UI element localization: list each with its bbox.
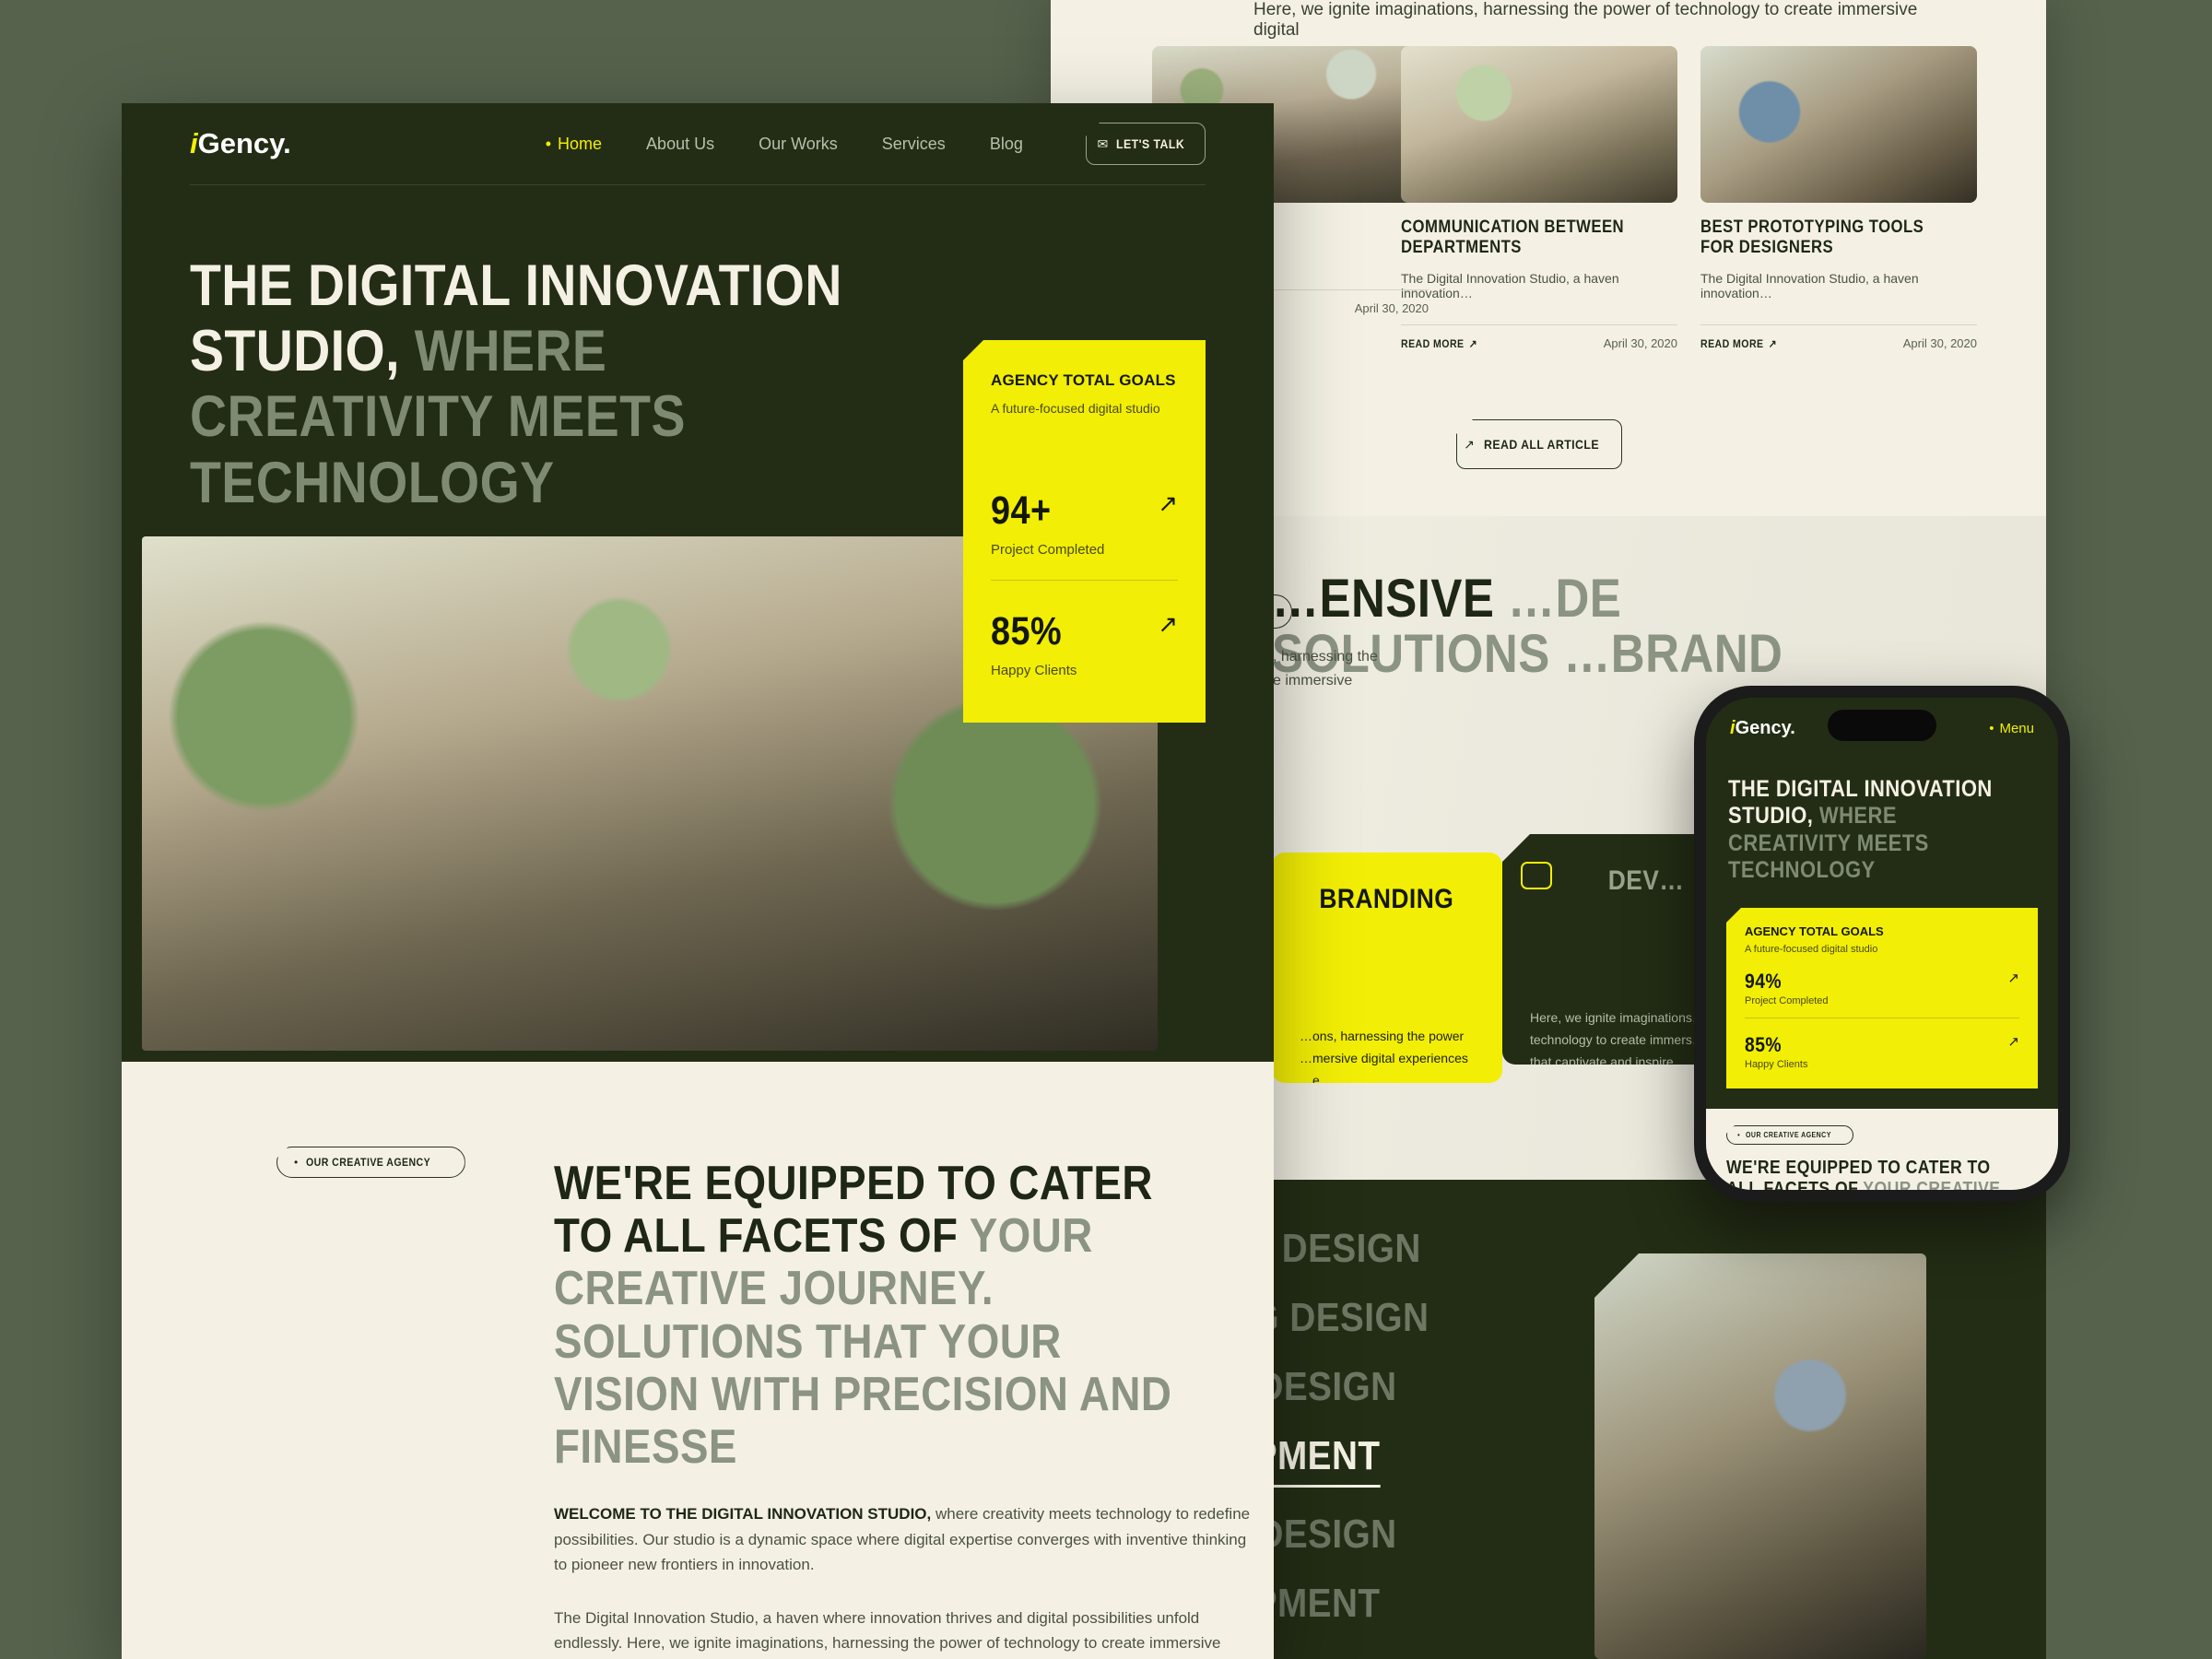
- blog-card-title: COMMUNICATION BETWEEN DEPARTMENTS: [1401, 218, 1625, 257]
- blog-card-meta: READ MORE ↗ April 30, 2020: [1401, 336, 1677, 350]
- blog-card-excerpt: The Digital Innovation Studio, a haven i…: [1401, 271, 1619, 300]
- phone-logo[interactable]: iGency.: [1730, 718, 1795, 739]
- blog-card[interactable]: COMMUNICATION BETWEEN DEPARTMENTS The Di…: [1401, 46, 1677, 350]
- mobile-mockup: iGency. Menu THE DIGITAL INNOVATION STUD…: [1694, 686, 2070, 1202]
- phone-about-section: • OUR CREATIVE AGENCY WE'RE EQUIPPED TO …: [1706, 1109, 2058, 1190]
- dynamic-island: [1828, 710, 1936, 741]
- stat-project-completed: 94+ ↗ Project Completed: [991, 488, 1178, 559]
- read-more-link[interactable]: READ MORE ↗: [1401, 337, 1477, 350]
- stat-value: 94+: [991, 488, 1052, 533]
- divider: [991, 580, 1178, 581]
- arrow-up-right-icon[interactable]: ↗: [1158, 491, 1178, 515]
- arrow-up-right-icon[interactable]: ↗: [2007, 971, 2019, 985]
- about-heading: WE'RE EQUIPPED TO CATER TO ALL FACETS OF…: [554, 1157, 1172, 1474]
- top-navigation-bar: iGency. Home About Us Our Works Services…: [122, 103, 1274, 184]
- agency-goals-card: AGENCY TOTAL GOALS A future-focused digi…: [963, 340, 1206, 723]
- phone-goals-title: AGENCY TOTAL GOALS: [1745, 924, 1884, 938]
- phone-screen: iGency. Menu THE DIGITAL INNOVATION STUD…: [1706, 698, 2058, 1190]
- background-section-image: [1594, 1253, 1926, 1659]
- divider: [1700, 324, 1977, 325]
- phone-menu-button[interactable]: Menu: [1989, 721, 2034, 736]
- arrow-up-right-icon[interactable]: ↗: [2007, 1035, 2019, 1049]
- service-card-branding[interactable]: BRANDING …ons, harnessing the power …mer…: [1272, 853, 1502, 1083]
- arrow-up-right-icon: ↗: [1464, 436, 1475, 452]
- read-all-article-button[interactable]: ↗ READ ALL ARTICLE: [1456, 419, 1622, 469]
- nav-item-about-us[interactable]: About Us: [646, 135, 714, 154]
- hero-section: iGency. Home About Us Our Works Services…: [122, 103, 1274, 1062]
- phone-stat-happy-clients: 85% Happy Clients ↗: [1745, 1033, 2019, 1071]
- blog-card-image: [1401, 46, 1677, 203]
- stat-value: 85%: [991, 609, 1063, 653]
- blog-card[interactable]: BEST PROTOTYPING TOOLS FOR DESIGNERS The…: [1700, 46, 1977, 350]
- phone-about-heading: WE'RE EQUIPPED TO CATER TO ALL FACETS OF…: [1726, 1158, 2001, 1190]
- nav-item-services[interactable]: Services: [882, 135, 946, 154]
- mail-icon: ✉: [1097, 135, 1109, 151]
- phone-our-creative-agency-pill[interactable]: • OUR CREATIVE AGENCY: [1726, 1125, 1854, 1145]
- our-creative-agency-pill[interactable]: • OUR CREATIVE AGENCY: [276, 1147, 465, 1178]
- stat-label: Happy Clients: [1745, 1059, 1808, 1070]
- blog-card-excerpt: The Digital Innovation Studio, a haven i…: [1700, 271, 1919, 300]
- main-desktop-mockup: iGency. Home About Us Our Works Services…: [122, 103, 1274, 1659]
- nav-item-home[interactable]: Home: [546, 135, 602, 154]
- blog-card-date: April 30, 2020: [1902, 336, 1977, 350]
- phone-stat-project-completed: 94% Project Completed ↗: [1745, 970, 2019, 1007]
- service-card-text: Here, we ignite imaginations… technology…: [1530, 1010, 1705, 1069]
- arrow-up-right-icon[interactable]: ↗: [1158, 612, 1178, 636]
- bullet-icon: •: [1737, 1131, 1740, 1139]
- arrow-up-right-icon: ↗: [1468, 336, 1478, 350]
- phone-headline: THE DIGITAL INNOVATION STUDIO, WHERE CRE…: [1728, 776, 1993, 883]
- stat-label: Project Completed: [991, 542, 1105, 558]
- phone-goals-card: AGENCY TOTAL GOALS A future-focused digi…: [1726, 908, 2038, 1088]
- stat-happy-clients: 85% ↗ Happy Clients: [991, 609, 1178, 679]
- stat-label: Happy Clients: [991, 663, 1077, 678]
- main-nav: Home About Us Our Works Services Blog: [546, 135, 1023, 154]
- service-card-text: …ons, harnessing the power …mersive digi…: [1300, 1029, 1468, 1088]
- about-paragraph-1: WELCOME TO THE DIGITAL INNOVATION STUDIO…: [554, 1505, 1251, 1574]
- blog-card-title: BEST PROTOTYPING TOOLS FOR DESIGNERS: [1700, 218, 1924, 257]
- phone-goals-subtitle: A future-focused digital studio: [1745, 944, 1878, 955]
- bullet-icon: •: [294, 1156, 299, 1169]
- blog-card-date: April 30, 2020: [1603, 336, 1677, 350]
- goals-subtitle: A future-focused digital studio: [991, 401, 1160, 416]
- divider: [1401, 324, 1677, 325]
- nav-item-blog[interactable]: Blog: [990, 135, 1023, 154]
- blog-card-image: [1700, 46, 1977, 203]
- about-section: • OUR CREATIVE AGENCY WE'RE EQUIPPED TO …: [122, 1062, 1274, 1659]
- read-more-link[interactable]: READ MORE ↗: [1700, 337, 1777, 350]
- hero-headline: THE DIGITAL INNOVATION STUDIO, WHERE CRE…: [190, 253, 842, 515]
- blog-card-meta: READ MORE ↗ April 30, 2020: [1700, 336, 1977, 350]
- nav-item-our-works[interactable]: Our Works: [759, 135, 838, 154]
- header-divider: [190, 184, 1206, 185]
- stat-value: 94%: [1745, 970, 1783, 993]
- goals-title: AGENCY TOTAL GOALS: [991, 371, 1176, 389]
- service-card-title: DEV…: [1607, 865, 1685, 896]
- about-paragraph-2: The Digital Innovation Studio, a haven w…: [554, 1608, 1221, 1653]
- stat-value: 85%: [1745, 1033, 1783, 1056]
- logo[interactable]: iGency.: [190, 127, 291, 160]
- stat-label: Project Completed: [1745, 995, 1829, 1006]
- background-intro-text: Here, we ignite imaginations, harnessing…: [1253, 0, 1918, 40]
- lets-talk-button[interactable]: ✉ LET'S TALK: [1086, 123, 1206, 165]
- arrow-up-right-icon: ↗: [1768, 336, 1778, 350]
- service-card-title: BRANDING: [1319, 884, 1454, 914]
